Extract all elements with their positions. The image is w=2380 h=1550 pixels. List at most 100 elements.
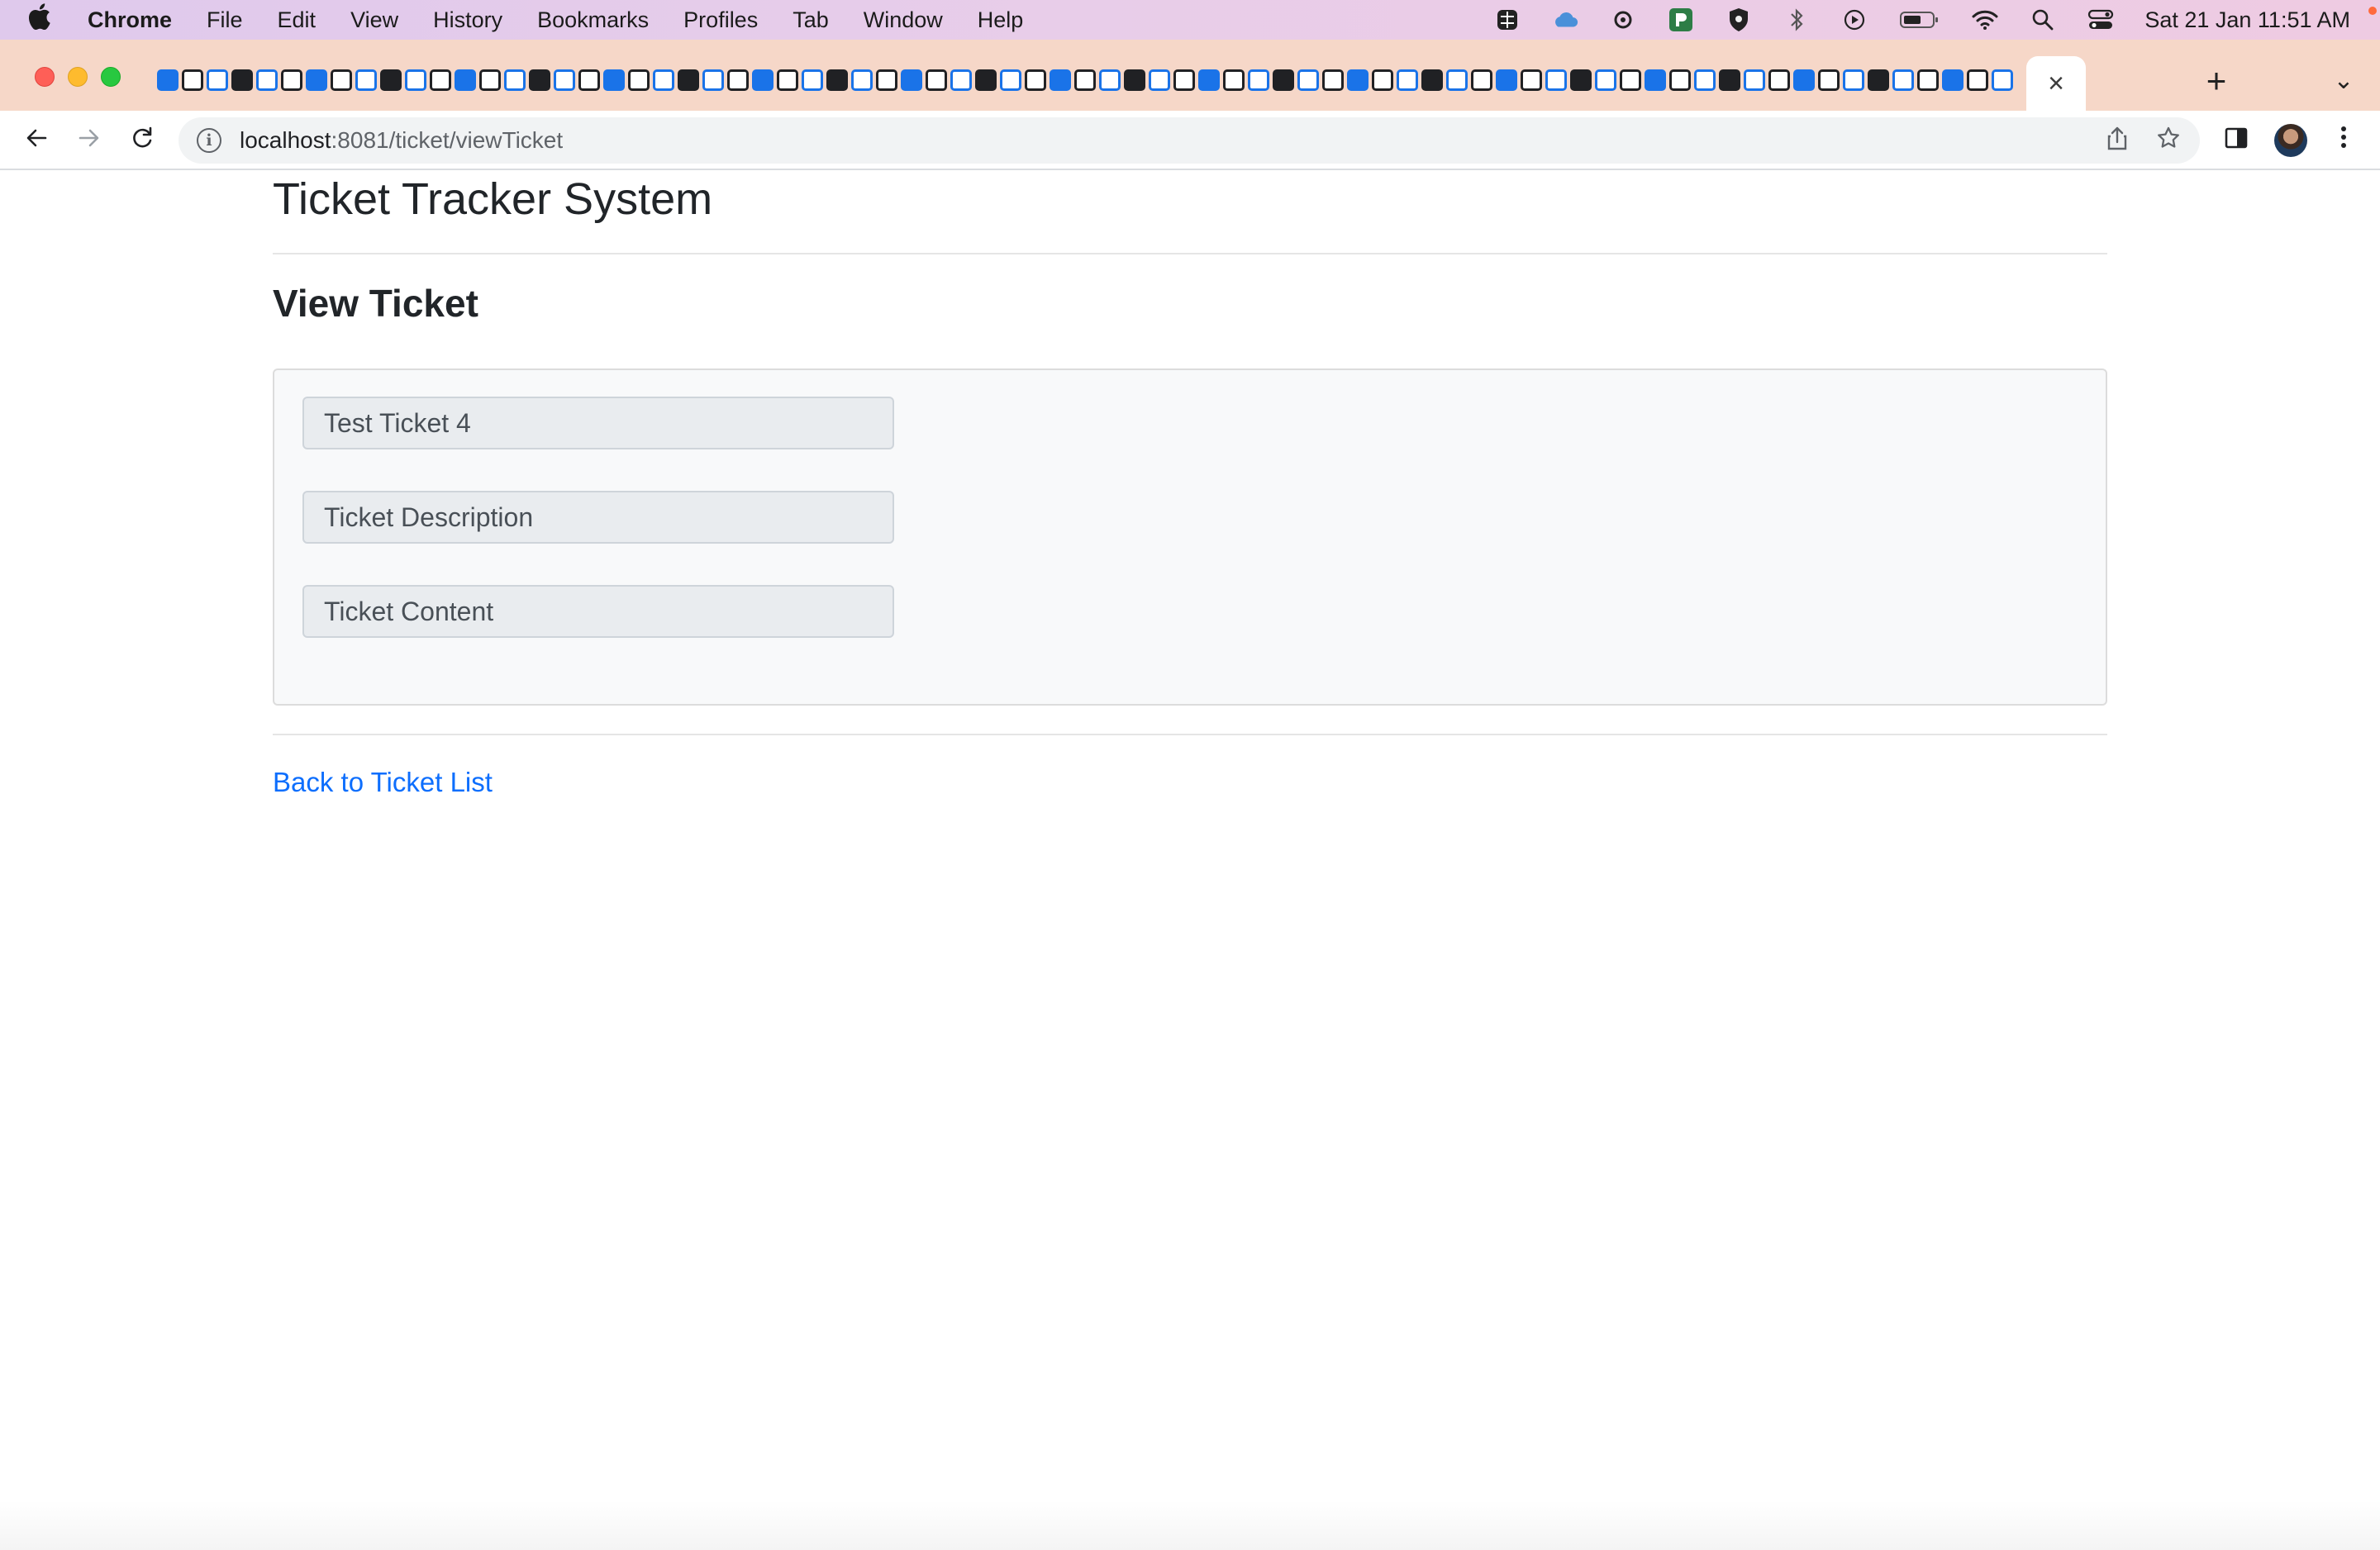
pinned-tab-favicon[interactable] xyxy=(1768,69,1790,91)
menu-app-name[interactable]: Chrome xyxy=(88,7,172,33)
app-badge-icon[interactable] xyxy=(1667,7,1695,32)
pinned-tab-favicon[interactable] xyxy=(157,69,178,91)
pinned-tab-favicon[interactable] xyxy=(1570,69,1592,91)
settings-gear-icon[interactable] xyxy=(1609,7,1637,32)
pinned-tab-favicon[interactable] xyxy=(975,69,997,91)
menu-history[interactable]: History xyxy=(433,7,502,33)
back-to-ticket-list-link[interactable]: Back to Ticket List xyxy=(273,767,493,798)
active-tab[interactable]: × xyxy=(2026,56,2086,111)
pinned-tab-favicon[interactable] xyxy=(1397,69,1418,91)
pinned-tab-favicon[interactable] xyxy=(1669,69,1691,91)
pinned-tab-favicon[interactable] xyxy=(1471,69,1492,91)
pinned-tab-favicon[interactable] xyxy=(1025,69,1046,91)
pinned-tab-favicon[interactable] xyxy=(1645,69,1666,91)
pinned-tab-favicon[interactable] xyxy=(355,69,377,91)
pinned-tab-favicon[interactable] xyxy=(1917,69,1939,91)
address-bar[interactable]: i localhost:8081/ticket/viewTicket xyxy=(178,117,2200,164)
pinned-tab-favicon[interactable] xyxy=(1521,69,1542,91)
pinned-tab-favicon[interactable] xyxy=(380,69,402,91)
control-center-icon[interactable] xyxy=(2087,7,2115,32)
side-panel-icon[interactable] xyxy=(2218,122,2254,159)
pinned-tab-favicon[interactable] xyxy=(1248,69,1269,91)
profile-avatar[interactable] xyxy=(2274,124,2307,157)
pinned-tab-favicon[interactable] xyxy=(306,69,327,91)
menu-help[interactable]: Help xyxy=(978,7,1024,33)
ticket-content-field[interactable]: Ticket Content xyxy=(302,585,894,638)
pinned-tab-favicon[interactable] xyxy=(504,69,526,91)
pinned-tab-favicon[interactable] xyxy=(1322,69,1344,91)
pinned-tab-favicon[interactable] xyxy=(1793,69,1815,91)
pinned-tab-favicon[interactable] xyxy=(678,69,699,91)
battery-icon[interactable] xyxy=(1898,7,1941,32)
pinned-tab-favicon[interactable] xyxy=(1446,69,1468,91)
back-arrow-icon[interactable] xyxy=(18,122,55,159)
pinned-tab-favicon[interactable] xyxy=(1198,69,1220,91)
pinned-tab-favicon[interactable] xyxy=(1297,69,1319,91)
pinned-tab-favicon[interactable] xyxy=(1545,69,1567,91)
pinned-tab-favicon[interactable] xyxy=(802,69,823,91)
tab-close-icon[interactable]: × xyxy=(2048,68,2064,100)
pinned-tab-favicon[interactable] xyxy=(1496,69,1517,91)
menu-edit[interactable]: Edit xyxy=(278,7,317,33)
menubar-clock[interactable]: Sat 21 Jan 11:51 AM xyxy=(2144,7,2350,33)
pinned-tab-favicon[interactable] xyxy=(1942,69,1963,91)
pinned-tab-favicon[interactable] xyxy=(1421,69,1443,91)
menu-profiles[interactable]: Profiles xyxy=(683,7,758,33)
pinned-tab-favicon[interactable] xyxy=(1099,69,1121,91)
tab-search-chevron-icon[interactable]: ⌄ xyxy=(2329,66,2359,96)
menu-tab[interactable]: Tab xyxy=(793,7,829,33)
pinned-tab-favicon[interactable] xyxy=(1694,69,1716,91)
pinned-tab-favicon[interactable] xyxy=(1892,69,1914,91)
pinned-tab-favicon[interactable] xyxy=(554,69,575,91)
pinned-tab-favicon[interactable] xyxy=(231,69,253,91)
vpn-globe-icon[interactable] xyxy=(1493,7,1521,32)
more-menu-icon[interactable] xyxy=(2325,122,2362,159)
menu-file[interactable]: File xyxy=(207,7,243,33)
share-icon[interactable] xyxy=(2102,126,2132,155)
pinned-tab-favicon[interactable] xyxy=(1620,69,1641,91)
pinned-tab-favicon[interactable] xyxy=(1372,69,1393,91)
pinned-tab-favicon[interactable] xyxy=(281,69,302,91)
apple-logo-icon[interactable] xyxy=(26,2,68,37)
pinned-tab-favicon[interactable] xyxy=(1992,69,2013,91)
pinned-tab-favicon[interactable] xyxy=(926,69,947,91)
pinned-tab-favicon[interactable] xyxy=(455,69,476,91)
pinned-tab-favicon[interactable] xyxy=(901,69,922,91)
bluetooth-icon[interactable] xyxy=(1783,7,1811,32)
menu-bookmarks[interactable]: Bookmarks xyxy=(537,7,649,33)
menu-view[interactable]: View xyxy=(350,7,398,33)
reload-icon[interactable] xyxy=(124,122,160,159)
pinned-tab-favicon[interactable] xyxy=(752,69,774,91)
pinned-tab-favicon[interactable] xyxy=(1868,69,1889,91)
pinned-tab-favicon[interactable] xyxy=(182,69,203,91)
window-minimize-button[interactable] xyxy=(68,67,88,87)
shield-icon[interactable] xyxy=(1725,7,1753,32)
pinned-tab-favicon[interactable] xyxy=(331,69,352,91)
bookmark-star-icon[interactable] xyxy=(2154,126,2183,155)
pinned-tab-favicon[interactable] xyxy=(1273,69,1294,91)
pinned-tab-favicon[interactable] xyxy=(1149,69,1170,91)
pinned-tab-favicon[interactable] xyxy=(1000,69,1021,91)
window-zoom-button[interactable] xyxy=(101,67,121,87)
forward-arrow-icon[interactable] xyxy=(71,122,107,159)
pinned-tab-favicon[interactable] xyxy=(1967,69,1988,91)
pinned-tab-favicon[interactable] xyxy=(628,69,650,91)
pinned-tab-favicon[interactable] xyxy=(578,69,600,91)
pinned-tab-favicon[interactable] xyxy=(405,69,426,91)
site-info-icon[interactable]: i xyxy=(197,128,221,153)
pinned-tab-favicon[interactable] xyxy=(479,69,501,91)
pinned-tab-favicon[interactable] xyxy=(1595,69,1616,91)
pinned-tab-favicon[interactable] xyxy=(1124,69,1145,91)
pinned-tab-favicon[interactable] xyxy=(1223,69,1245,91)
pinned-tab-favicon[interactable] xyxy=(1050,69,1071,91)
pinned-tab-favicon[interactable] xyxy=(826,69,848,91)
pinned-tab-favicon[interactable] xyxy=(1074,69,1096,91)
pinned-tab-favicon[interactable] xyxy=(1744,69,1765,91)
new-tab-button[interactable]: + xyxy=(2200,64,2233,98)
pinned-tab-favicon[interactable] xyxy=(950,69,972,91)
pinned-tab-favicon[interactable] xyxy=(430,69,451,91)
pinned-tab-favicon[interactable] xyxy=(256,69,278,91)
url-text[interactable]: localhost:8081/ticket/viewTicket xyxy=(240,127,563,154)
menu-window[interactable]: Window xyxy=(864,7,943,33)
pinned-tab-favicon[interactable] xyxy=(1843,69,1864,91)
